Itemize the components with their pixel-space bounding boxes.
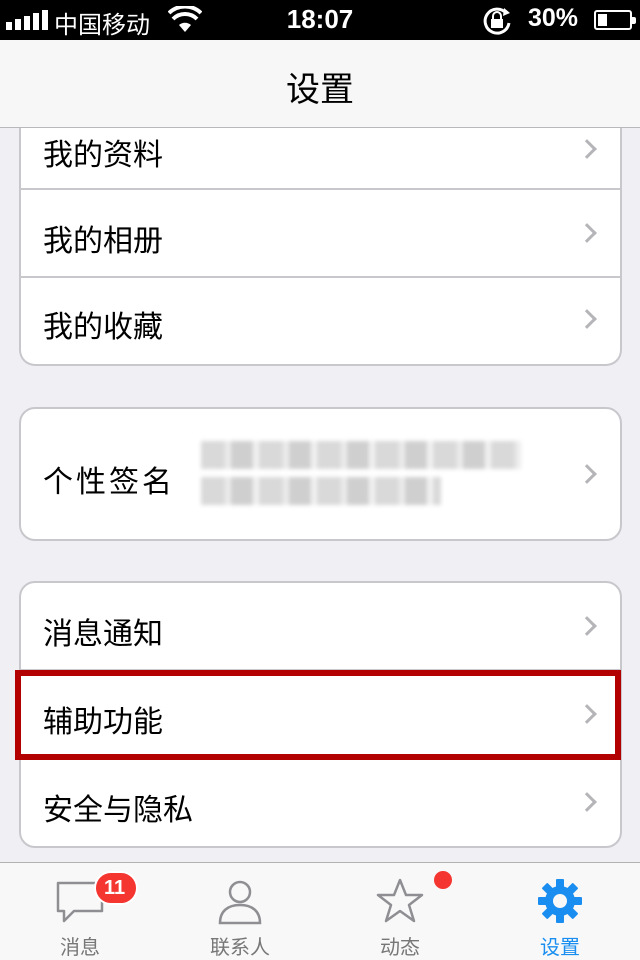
settings-group-profile: 我的资料 我的相册 我的收藏 xyxy=(19,128,622,366)
chevron-right-icon xyxy=(577,464,597,484)
tab-settings[interactable]: 设置 xyxy=(480,863,640,960)
battery-percentage: 30% xyxy=(528,4,579,32)
settings-row-my-profile[interactable]: 我的资料 xyxy=(21,128,620,190)
chevron-right-icon xyxy=(577,139,597,159)
row-label: 我的相册 xyxy=(43,224,163,259)
tab-contacts[interactable]: 联系人 xyxy=(160,863,320,960)
unread-badge: 11 xyxy=(94,871,138,905)
settings-row-notifications[interactable]: 消息通知 xyxy=(21,583,620,671)
settings-row-accessibility[interactable]: 辅助功能 xyxy=(21,671,620,759)
gear-icon xyxy=(538,879,582,923)
status-bar: 中国移动 18:07 30% xyxy=(0,0,640,40)
row-label: 个性签名 xyxy=(43,465,175,500)
new-activity-dot xyxy=(434,871,452,889)
settings-group-signature: 个性签名 xyxy=(19,407,622,541)
settings-group-general: 消息通知 辅助功能 安全与隐私 xyxy=(19,581,622,848)
tab-label: 联系人 xyxy=(210,935,270,959)
chevron-right-icon xyxy=(577,309,597,329)
row-label: 我的收藏 xyxy=(43,310,163,345)
star-icon xyxy=(376,878,424,923)
battery-icon xyxy=(594,10,636,30)
navigation-bar: 设置 xyxy=(0,40,640,128)
tab-label: 消息 xyxy=(60,935,100,959)
row-label: 辅助功能 xyxy=(43,705,163,740)
page-title: 设置 xyxy=(286,70,354,110)
settings-row-my-album[interactable]: 我的相册 xyxy=(21,190,620,278)
tab-label: 动态 xyxy=(380,935,420,959)
chevron-right-icon xyxy=(577,223,597,243)
row-label: 安全与隐私 xyxy=(43,793,193,828)
chevron-right-icon xyxy=(577,792,597,812)
signature-value-blurred xyxy=(201,435,521,509)
settings-row-my-favorites[interactable]: 我的收藏 xyxy=(21,278,620,364)
person-icon xyxy=(218,880,262,925)
settings-row-signature[interactable]: 个性签名 xyxy=(21,409,620,539)
row-label: 我的资料 xyxy=(43,138,163,173)
chevron-right-icon xyxy=(577,704,597,724)
tab-messages[interactable]: 消息 xyxy=(0,863,160,960)
chevron-right-icon xyxy=(577,616,597,636)
battery-level xyxy=(598,14,607,26)
row-label: 消息通知 xyxy=(43,617,163,652)
tab-label: 设置 xyxy=(540,935,580,959)
tab-bar: 消息 11 联系人 动态 设置 xyxy=(0,862,640,960)
tab-feeds[interactable]: 动态 xyxy=(320,863,480,960)
rotation-lock-icon xyxy=(483,7,511,35)
settings-row-security-privacy[interactable]: 安全与隐私 xyxy=(21,759,620,846)
